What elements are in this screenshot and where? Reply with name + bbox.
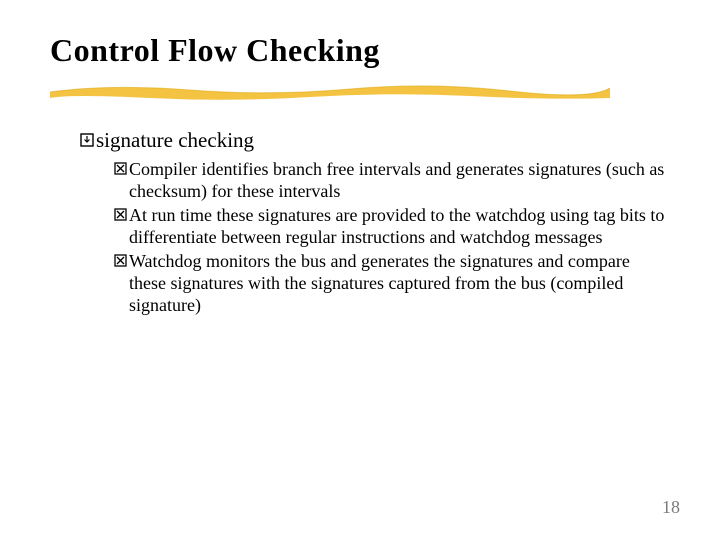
sub-bullet-text: Watchdog monitors the bus and generates … [129,251,670,317]
square-bullet-icon [80,133,94,147]
sub-bullet-item: Watchdog monitors the bus and generates … [114,251,670,317]
slide: Control Flow Checking signature checking [0,0,720,540]
square-x-bullet-icon [114,208,127,221]
square-x-bullet-icon [114,254,127,267]
page-number: 18 [662,497,680,518]
sub-bullet-text: Compiler identifies branch free interval… [129,159,670,203]
title-underline [50,78,610,100]
sub-bullet-list: Compiler identifies branch free interval… [114,159,670,317]
sub-bullet-item: At run time these signatures are provide… [114,205,670,249]
slide-title: Control Flow Checking [50,32,380,69]
sub-bullet-item: Compiler identifies branch free interval… [114,159,670,203]
bullet-level1: signature checking [80,128,670,153]
bullet-label: signature checking [96,128,254,153]
content-area: signature checking Compiler identifies b… [80,128,670,319]
square-x-bullet-icon [114,162,127,175]
sub-bullet-text: At run time these signatures are provide… [129,205,670,249]
